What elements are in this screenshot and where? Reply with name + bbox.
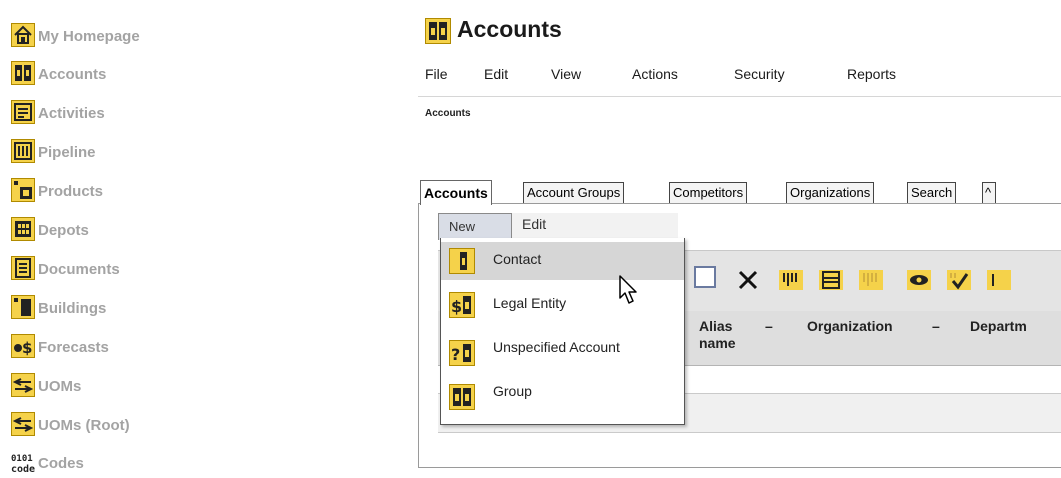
barcode-disabled-icon[interactable] [858,267,884,293]
form-icon[interactable] [818,267,844,293]
sidebar-item-label: My Homepage [38,27,140,45]
sidebar-item-label: Pipeline [38,143,96,161]
home-icon [11,23,35,47]
sidebar-item-label: Activities [38,104,105,122]
sidebar-item-label: Documents [38,260,120,278]
products-icon [11,178,35,202]
menu-item-label: Contact [493,251,542,267]
sidebar-item-label: Accounts [38,65,107,83]
buildings-icon [11,295,35,319]
activities-icon [11,100,35,124]
menu-item-contact[interactable]: Contact [441,242,684,280]
unspecified-account-icon: ? [449,340,475,366]
svg-text:0101: 0101 [11,454,33,464]
menu-item-group[interactable]: Group [441,374,684,412]
sidebar-item-label: Depots [38,221,89,239]
legal-entity-icon: $ [449,292,475,318]
new-menu-button[interactable]: New [438,213,512,240]
sort-marker[interactable]: – [765,318,773,335]
column-header-alias-name[interactable]: Alias name [699,318,749,352]
approve-icon[interactable] [946,267,972,293]
sidebar-item-label: UOMs (Root) [38,416,130,434]
edit-menu-button[interactable]: Edit [522,216,546,232]
sidebar: My Homepage Accounts Activities Pipeline… [0,0,210,476]
barcode-icon[interactable] [778,267,804,293]
svg-text:?: ? [451,345,460,364]
menu-edit[interactable]: Edit [484,66,508,82]
svg-text:code: code [11,464,35,474]
depots-icon [11,217,35,241]
column-header-department[interactable]: Departm [970,318,1027,335]
uom-icon [11,412,35,436]
contact-icon [449,248,475,274]
menu-item-label: Group [493,383,532,399]
sort-marker[interactable]: – [932,318,940,335]
menu-view[interactable]: View [551,66,581,82]
menu-security[interactable]: Security [734,66,785,82]
breadcrumb[interactable]: Accounts [425,108,471,119]
sidebar-item-label: Forecasts [38,338,109,356]
pipeline-icon [11,139,35,163]
sidebar-item-label: Buildings [38,299,107,317]
codes-icon: 0101 code [11,452,35,476]
menu-actions[interactable]: Actions [632,66,678,82]
new-dropdown-menu: Contact $ Legal Entity ? Unspecified Acc… [440,238,685,425]
tab-organizations[interactable]: Organizations [786,182,875,203]
tab-search[interactable]: Search [907,182,957,203]
delete-icon[interactable] [735,267,761,293]
sidebar-item-label: Codes [38,454,84,472]
menu-reports[interactable]: Reports [847,66,896,82]
menu-item-legal-entity[interactable]: $ Legal Entity [441,286,684,324]
mouse-pointer-icon [618,274,640,311]
sidebar-item-label: Products [38,182,104,200]
toolbar-more-icon[interactable] [986,267,1012,293]
group-icon [449,384,475,410]
sidebar-item-label: UOMs [38,377,82,395]
tab-account-groups[interactable]: Account Groups [523,182,625,203]
menu-item-unspecified-account[interactable]: ? Unspecified Account [441,330,684,368]
accounts-icon [425,18,451,44]
svg-text:$: $ [451,297,462,316]
menu-file[interactable]: File [425,66,448,82]
column-header-organization[interactable]: Organization [807,318,893,335]
view-icon[interactable] [906,267,932,293]
select-all-checkbox[interactable] [694,266,716,288]
uom-icon [11,373,35,397]
menu-item-label: Legal Entity [493,295,567,311]
tab-competitors[interactable]: Competitors [669,182,748,203]
menu-item-label: Unspecified Account [493,339,620,355]
forecasts-icon: $ [11,334,35,358]
menubar-divider [418,96,1061,97]
page-title: Accounts [457,16,562,42]
documents-icon [11,256,35,280]
svg-text:$: $ [22,339,32,357]
tab-collapse[interactable]: ^ [982,182,996,203]
accounts-icon [11,61,35,85]
tab-accounts[interactable]: Accounts [420,180,492,205]
